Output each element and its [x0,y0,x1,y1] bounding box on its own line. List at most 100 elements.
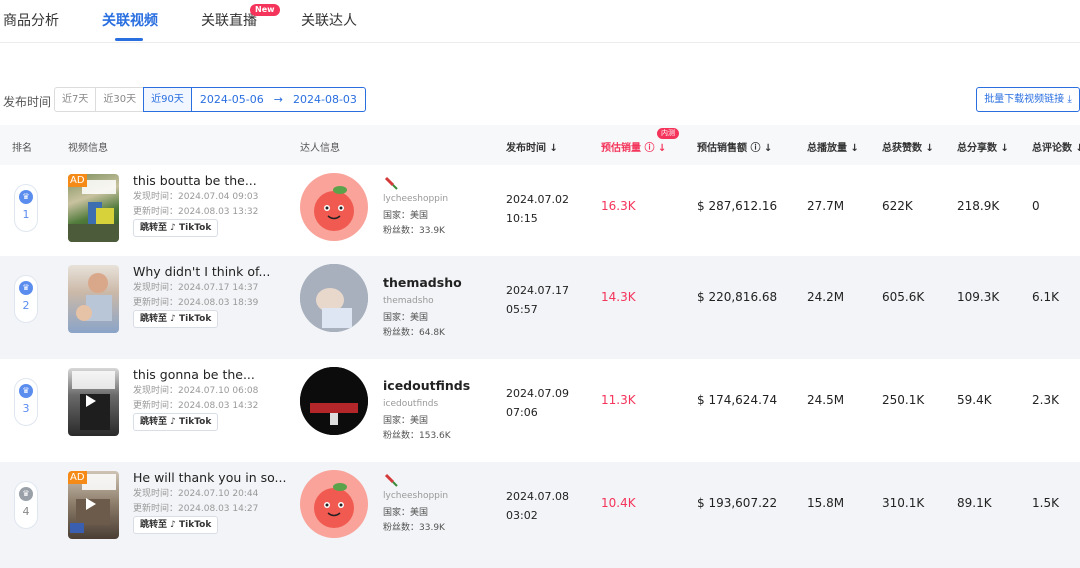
est-sales: 11.3K [601,393,636,407]
jump-to-tiktok-button[interactable]: 跳转至 ♪ TikTok [133,413,219,431]
video-thumbnail[interactable]: AD [68,174,119,242]
date-arrow-icon: → [273,93,283,106]
jump-to-tiktok-button[interactable]: 跳转至 ♪ TikTok [133,219,219,237]
date-range-filter: 近7天 近30天 近90天 2024-05-06 → 2024-08-03 [54,87,366,112]
publish-clock: 07:06 [506,406,538,419]
beta-badge: 内测 [657,128,679,139]
play-icon [86,395,96,407]
range-30d-button[interactable]: 近30天 [95,87,145,112]
table-row[interactable]: ♛ 2 Why didn't I think of... 发现时间：2024.0… [0,256,1080,359]
header-likes[interactable]: 总获赞数 ↓ [882,139,934,154]
creator-handle[interactable]: lycheeshoppin [383,491,448,501]
creator-name[interactable]: themadsho [383,275,462,290]
lychee-avatar-image [314,483,354,528]
rank-number: 2 [22,299,30,312]
medal-icon: ♛ [19,190,33,204]
creator-name[interactable]: icedoutfinds [383,378,470,393]
total-likes: 310.1K [882,496,925,510]
publish-clock: 05:57 [506,303,538,316]
rank-number: 1 [22,208,30,221]
range-7d-button[interactable]: 近7天 [54,87,97,112]
total-comments: 6.1K [1032,290,1059,304]
rank-badge: ♛ 1 [14,184,38,232]
thumbnail-image [76,273,112,321]
video-title[interactable]: He will thank you in so... [133,470,286,485]
jump-to-tiktok-button[interactable]: 跳转至 ♪ TikTok [133,310,219,328]
rank-number: 3 [22,402,30,415]
creator-handle: icedoutfinds [383,399,439,409]
found-time: 发现时间：2024.07.10 20:44 [133,489,259,499]
video-title[interactable]: this boutta be the... [133,173,257,188]
tab-product-analysis[interactable]: 商品分析 [3,10,59,30]
creator-fans: 粉丝数：33.9K [383,523,445,533]
publish-time: 2024.07.02 10:15 [506,190,569,228]
video-thumbnail[interactable]: AD [68,471,119,539]
avatar[interactable] [300,470,368,538]
creator-fans: 粉丝数：33.9K [383,226,445,236]
est-revenue: $ 193,607.22 [697,496,778,510]
table-row[interactable]: ♛ 1 AD this boutta be the... 发现时间：2024.0… [0,165,1080,268]
video-title[interactable]: this gonna be the... [133,367,255,382]
table-row[interactable]: ♛ 3 this gonna be the... 发现时间：2024.07.10… [0,359,1080,462]
est-revenue: $ 220,816.68 [697,290,778,304]
rank-badge: ♛ 3 [14,378,38,426]
tab-related-live[interactable]: 关联直播 [201,10,257,30]
active-tab-indicator [115,38,143,41]
publish-time: 2024.07.09 07:06 [506,384,569,422]
found-time: 发现时间：2024.07.10 06:08 [133,386,259,396]
updated-time: 更新时间：2024.08.03 18:39 [133,298,259,308]
creator-country: 国家：美国 [383,313,429,323]
baby-avatar-image [300,264,368,332]
medal-icon: ♛ [19,487,33,501]
publish-time: 2024.07.08 03:02 [506,487,569,525]
total-plays: 15.8M [807,496,845,510]
header-shares[interactable]: 总分享数 ↓ [957,139,1009,154]
publish-date: 2024.07.17 [506,284,569,297]
video-title[interactable]: Why didn't I think of... [133,264,270,279]
avatar[interactable] [300,264,368,332]
est-revenue: $ 174,624.74 [697,393,778,407]
updated-time: 更新时间：2024.08.03 13:32 [133,207,259,217]
date-range-picker[interactable]: 2024-05-06 → 2024-08-03 [191,87,366,112]
avatar[interactable] [300,367,368,435]
video-thumbnail[interactable] [68,368,119,436]
est-revenue: $ 287,612.16 [697,199,778,213]
date-end: 2024-08-03 [293,93,357,106]
publish-date: 2024.07.08 [506,490,569,503]
header-est-revenue[interactable]: 预估销售额 ⓘ ↓ [697,139,772,154]
header-rank: 排名 [12,143,32,154]
video-thumbnail[interactable] [68,265,119,333]
medal-icon: ♛ [19,384,33,398]
table-header: 排名 视频信息 达人信息 发布时间 ↓ 预估销量 ⓘ ↓ 预估销售额 ⓘ ↓ 总… [0,125,1080,165]
found-time: 发现时间：2024.07.17 14:37 [133,283,259,293]
creator-country: 国家：美国 [383,508,429,518]
tab-related-creators[interactable]: 关联达人 [301,10,357,30]
updated-time: 更新时间：2024.08.03 14:27 [133,504,259,514]
total-plays: 24.2M [807,290,845,304]
header-publish-time[interactable]: 发布时间 ↓ [506,139,558,154]
publish-clock: 03:02 [506,509,538,522]
creator-handle[interactable]: lycheeshoppin [383,194,448,204]
tab-related-videos[interactable]: 关联视频 [102,10,158,30]
est-sales: 10.4K [601,496,636,510]
total-shares: 109.3K [957,290,1000,304]
rank-badge: ♛ 4 [14,481,38,529]
range-90d-button[interactable]: 近90天 [143,87,192,112]
table-row[interactable]: ♛ 4 AD He will thank you in so... 发现时间：2… [0,462,1080,568]
total-likes: 605.6K [882,290,925,304]
jump-to-tiktok-button[interactable]: 跳转至 ♪ TikTok [133,516,219,534]
header-plays[interactable]: 总播放量 ↓ [807,139,859,154]
total-comments: 0 [1032,199,1040,213]
bulk-download-button[interactable]: 批量下载视频链接 ⤓ [976,87,1080,112]
avatar[interactable] [300,173,368,241]
header-comments[interactable]: 总评论数 ↓ [1032,139,1080,154]
dark-avatar-image [300,367,368,435]
ad-tag: AD [68,471,87,484]
pin-icon [384,473,398,487]
header-est-sales[interactable]: 预估销量 ⓘ ↓ [601,139,666,154]
rank-number: 4 [22,505,30,518]
publish-date: 2024.07.09 [506,387,569,400]
total-comments: 1.5K [1032,496,1059,510]
play-icon [86,498,96,510]
lychee-avatar-image [314,186,354,231]
